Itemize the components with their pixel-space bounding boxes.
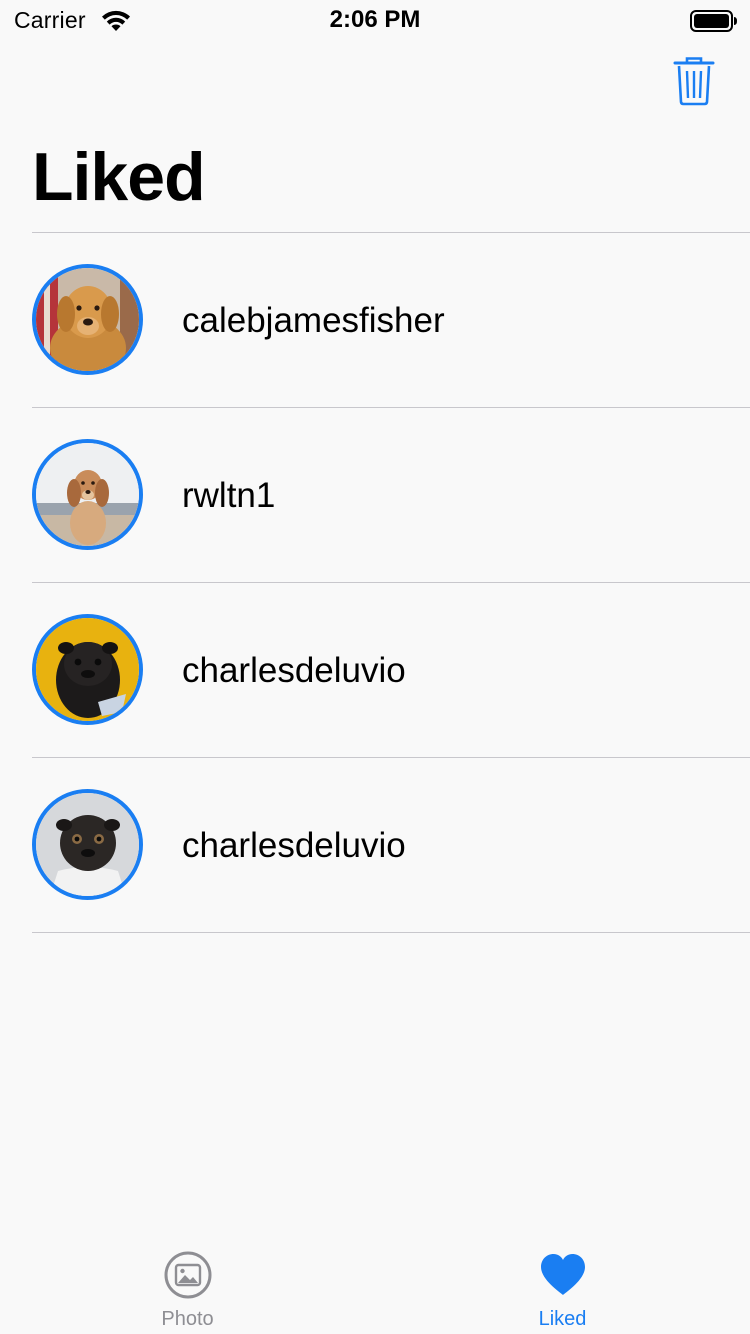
delete-all-button[interactable] [668, 56, 720, 110]
tab-photo-label: Photo [161, 1308, 214, 1330]
battery-icon [690, 10, 738, 37]
liked-list: calebjamesfisher rwltn1 charlesdeluvio c… [32, 232, 750, 933]
tab-liked-label: Liked [538, 1308, 587, 1330]
list-item[interactable]: rwltn1 [32, 408, 750, 583]
username-label: rwltn1 [182, 476, 276, 515]
avatar [32, 614, 143, 725]
list-item[interactable]: charlesdeluvio [32, 758, 750, 933]
list-item[interactable]: calebjamesfisher [32, 233, 750, 408]
photo-icon [163, 1250, 213, 1300]
status-bar: Carrier 2:06 PM [0, 0, 750, 40]
page-title: Liked [32, 139, 206, 215]
trash-icon [673, 56, 715, 111]
username-label: charlesdeluvio [182, 826, 406, 865]
tab-photo[interactable]: Photo [0, 1236, 375, 1334]
tab-liked[interactable]: Liked [375, 1236, 750, 1334]
status-time: 2:06 PM [329, 6, 421, 33]
tab-bar: Photo Liked [0, 1236, 750, 1334]
username-label: charlesdeluvio [182, 651, 406, 690]
heart-icon [538, 1250, 588, 1300]
list-item[interactable]: charlesdeluvio [32, 583, 750, 758]
avatar [32, 439, 143, 550]
avatar [32, 789, 143, 900]
username-label: calebjamesfisher [182, 301, 445, 340]
avatar [32, 264, 143, 375]
